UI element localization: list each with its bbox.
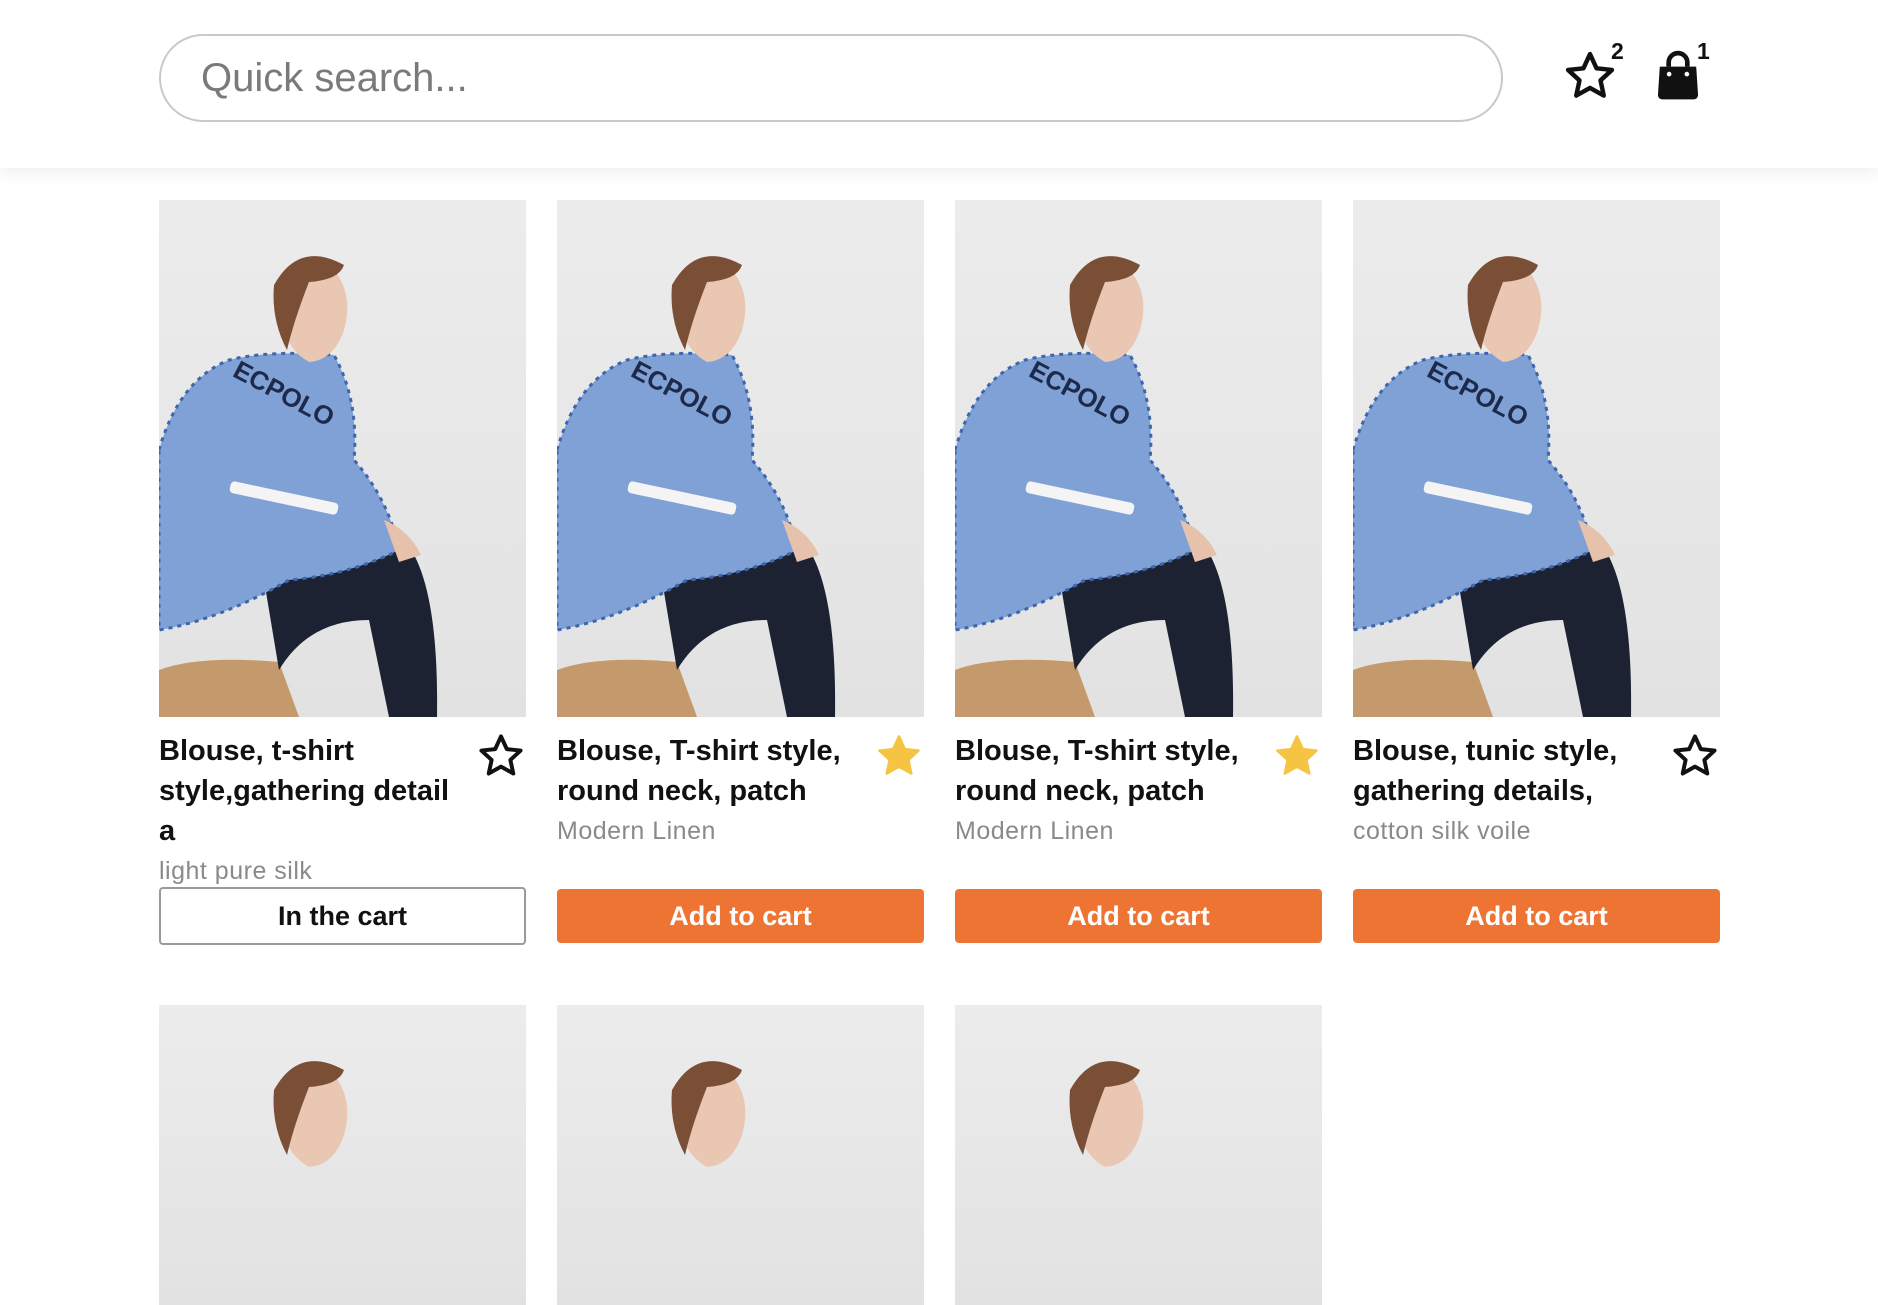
product-card — [955, 1005, 1322, 1305]
star-filled-icon — [878, 735, 920, 775]
product-card — [557, 1005, 924, 1305]
product-card: ECPOLO Blouse, T-shirt style, round neck… — [557, 200, 924, 945]
favorite-toggle[interactable] — [1670, 731, 1720, 781]
cart-count: 1 — [1697, 38, 1710, 64]
product-title[interactable]: Blouse, tunic style, gathering details, — [1353, 731, 1662, 811]
favorites-count: 2 — [1611, 38, 1624, 64]
product-image[interactable] — [955, 1005, 1322, 1305]
product-card — [159, 1005, 526, 1305]
star-outline-icon — [1565, 51, 1615, 98]
product-image[interactable]: ECPOLO — [557, 200, 924, 717]
favorite-toggle[interactable] — [874, 731, 924, 781]
add-to-cart-button[interactable]: Add to cart — [557, 889, 924, 943]
star-outline-icon — [479, 734, 523, 776]
product-material: Modern Linen — [557, 817, 716, 845]
product-title[interactable]: Blouse, t-shirt style,gathering detail a — [159, 731, 468, 851]
model-photo — [671, 1061, 746, 1167]
favorite-toggle[interactable] — [1272, 731, 1322, 781]
model-photo: ECPOLO — [557, 256, 836, 717]
product-title[interactable]: Blouse, T-shirt style, round neck, patch — [557, 731, 866, 811]
product-image[interactable] — [159, 1005, 526, 1305]
search-input[interactable] — [159, 34, 1503, 122]
star-filled-icon — [1276, 735, 1318, 775]
add-to-cart-button[interactable]: Add to cart — [1353, 889, 1720, 943]
product-image[interactable] — [557, 1005, 924, 1305]
favorite-toggle[interactable] — [476, 731, 526, 781]
product-info: Blouse, T-shirt style, round neck, patch… — [955, 731, 1322, 889]
product-grid: ECPOLO Blouse, t-shirt style,gathering d… — [159, 200, 1720, 1305]
product-card: ECPOLO Blouse, t-shirt style,gathering d… — [159, 200, 526, 945]
model-photo — [1069, 1061, 1144, 1167]
product-title[interactable]: Blouse, T-shirt style, round neck, patch — [955, 731, 1264, 811]
model-photo: ECPOLO — [955, 256, 1234, 717]
product-image[interactable]: ECPOLO — [159, 200, 526, 717]
product-info: Blouse, T-shirt style, round neck, patch… — [557, 731, 924, 889]
product-image[interactable]: ECPOLO — [1353, 200, 1720, 717]
model-photo: ECPOLO — [1353, 256, 1632, 717]
header: 2 1 — [0, 0, 1878, 168]
star-outline-icon — [1673, 734, 1717, 776]
product-card: ECPOLO Blouse, tunic style, gathering de… — [1353, 200, 1720, 945]
add-to-cart-button[interactable]: Add to cart — [955, 889, 1322, 943]
product-material: cotton silk voile — [1353, 817, 1532, 845]
in-cart-button[interactable]: In the cart — [159, 887, 526, 945]
product-material: Modern Linen — [955, 817, 1114, 845]
product-image[interactable]: ECPOLO — [955, 200, 1322, 717]
product-info: Blouse, tunic style, gathering details, … — [1353, 731, 1720, 889]
product-card: ECPOLO Blouse, T-shirt style, round neck… — [955, 200, 1322, 945]
model-photo — [273, 1061, 348, 1167]
product-material: light pure silk — [159, 857, 313, 885]
model-photo: ECPOLO — [159, 256, 438, 717]
product-info: Blouse, t-shirt style,gathering detail a… — [159, 731, 526, 891]
